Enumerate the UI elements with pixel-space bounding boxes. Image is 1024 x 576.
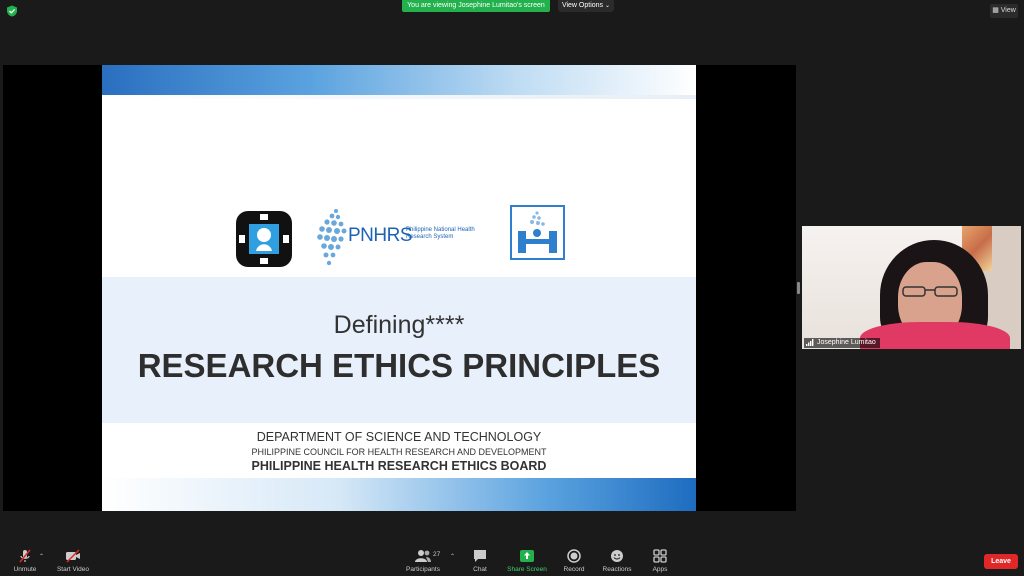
audio-options-caret[interactable]: ⌃ — [39, 553, 44, 560]
participants-icon — [415, 550, 431, 562]
pnhrs-logo: PNHRS Philippine National Health Researc… — [312, 205, 492, 271]
ethics-board-logo — [510, 205, 565, 260]
apps-label: Apps — [652, 566, 668, 573]
presentation-slide: PNHRS Philippine National Health Researc… — [102, 65, 696, 511]
slide-top-shadow — [102, 95, 696, 99]
slide-top-stripe — [102, 65, 696, 95]
slide-title: RESEARCH ETHICS PRINCIPLES — [137, 347, 661, 384]
view-label: View — [1000, 7, 1016, 14]
shield-check-icon[interactable] — [6, 5, 18, 17]
pnhrs-dots-icon — [317, 209, 347, 266]
chevron-down-icon: ⌄ — [605, 3, 611, 9]
panel-resize-handle[interactable] — [797, 282, 800, 294]
participant-video-tile[interactable]: Josephine Lumitao — [802, 226, 1021, 349]
slide-subheading: Defining**** — [333, 311, 465, 339]
view-options-button[interactable]: View Options ⌄ — [558, 0, 614, 12]
chat-button[interactable]: Chat — [455, 548, 505, 573]
smiley-icon — [611, 550, 623, 562]
dost-logo — [236, 211, 292, 267]
slide-bottom-stripe — [102, 478, 696, 511]
signal-bars-icon — [806, 338, 814, 346]
participants-button[interactable]: Participants — [398, 548, 448, 573]
share-screen-button[interactable]: Share Screen — [502, 548, 552, 573]
chat-label: Chat — [473, 566, 487, 573]
participant-name-tag: Josephine Lumitao — [804, 338, 880, 348]
share-screen-label: Share Screen — [507, 566, 547, 573]
chat-icon — [474, 550, 486, 562]
video-off-icon — [66, 549, 80, 563]
leave-button[interactable]: Leave — [984, 554, 1018, 569]
org-line-3: PHILIPPINE HEALTH RESEARCH ETHICS BOARD — [251, 459, 547, 473]
participant-shirt — [860, 322, 1010, 349]
pnhrs-subtitle: Philippine National Health Research Syst… — [406, 227, 475, 240]
view-options-label: View Options — [561, 2, 604, 9]
start-video-button[interactable]: Start Video — [48, 548, 98, 573]
share-screen-icon — [520, 550, 534, 562]
apps-icon — [653, 549, 667, 563]
viewing-screen-banner: You are viewing Josephine Lumitao's scre… — [402, 0, 550, 12]
participants-count: 27 — [433, 551, 441, 558]
microphone-muted-icon — [19, 549, 31, 563]
unmute-button[interactable]: Unmute — [0, 548, 50, 573]
participant-glasses — [902, 286, 958, 297]
record-icon — [567, 549, 581, 563]
participants-label: Participants — [406, 566, 440, 573]
participant-name: Josephine Lumitao — [817, 339, 876, 346]
apps-button[interactable]: Apps — [635, 548, 685, 573]
grid-icon: ▦ — [992, 7, 999, 14]
pnhrs-wordmark: PNHRS — [348, 225, 413, 246]
unmute-label: Unmute — [13, 566, 37, 573]
start-video-label: Start Video — [56, 566, 90, 573]
org-line-2: PHILIPPINE COUNCIL FOR HEALTH RESEARCH A… — [251, 447, 547, 457]
org-line-1: DEPARTMENT OF SCIENCE AND TECHNOLOGY — [256, 430, 542, 444]
view-button[interactable]: ▦ View — [990, 4, 1018, 18]
